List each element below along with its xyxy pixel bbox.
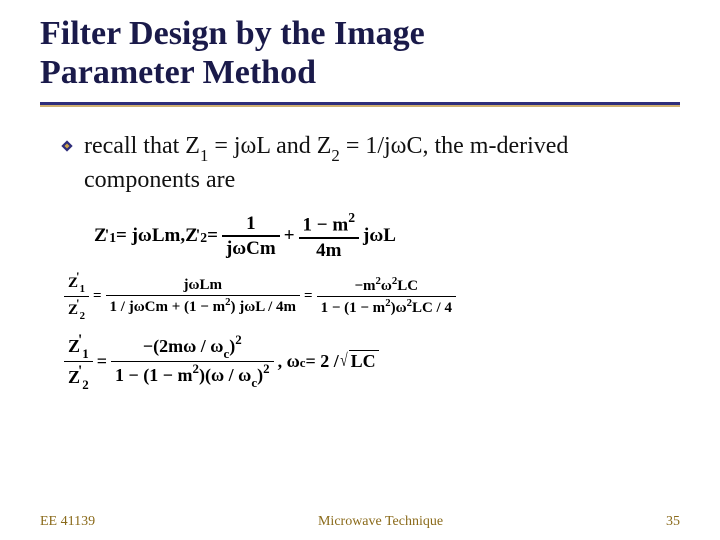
text-frag: +: [284, 225, 295, 247]
text-frag: 1 − (1 − m: [115, 365, 193, 385]
numerator: 1 − m2: [299, 210, 360, 237]
subscript: 1: [80, 283, 85, 295]
numerator: 1: [242, 212, 260, 236]
text-frag: =: [97, 351, 107, 372]
superscript: 2: [263, 361, 269, 376]
text-frag: LC / 4: [412, 300, 452, 316]
fraction: −m2ω2LC 1 − (1 − m2)ω2LC / 4: [317, 275, 456, 318]
denominator: 4m: [312, 239, 345, 263]
numerator: Z'1: [64, 331, 93, 361]
denominator: 1 − (1 − m2)ω2LC / 4: [317, 297, 456, 318]
slide-title: Filter Design by the Image Parameter Met…: [0, 0, 720, 98]
superscript: 2: [348, 210, 355, 225]
equation-1: Z'1 = jωLm, Z'2 = 1 jωCm + 1 − m2 4m jωL: [94, 210, 676, 262]
superscript: 2: [392, 275, 397, 287]
footer-page-number: 35: [666, 514, 680, 530]
text-frag: 1 − (1 − m: [321, 300, 386, 316]
subscript: 2: [200, 230, 207, 246]
subscript: c: [251, 375, 257, 390]
superscript: 2: [407, 297, 412, 309]
numerator: Z'1: [64, 270, 89, 295]
superscript: 2: [193, 361, 199, 376]
subscript: 2: [331, 146, 339, 165]
fraction: Z'1 Z'2: [64, 270, 89, 322]
text-frag: =: [93, 288, 102, 305]
denominator: Z'2: [64, 362, 93, 392]
numerator: −m2ω2LC: [350, 275, 422, 296]
text-frag: =: [207, 225, 218, 247]
surd-symbol: √: [340, 350, 347, 372]
title-line1: Filter Design by the Image: [40, 15, 425, 52]
text-frag: =: [304, 288, 313, 305]
subscript: 1: [200, 146, 208, 165]
bullet-text: recall that Z1 = jωL and Z2 = 1/jωC, the…: [84, 131, 676, 196]
denominator: Z'2: [64, 297, 89, 322]
text-frag: = 2 /: [305, 351, 338, 372]
square-root: √LC: [339, 350, 379, 372]
fraction: 1 − m2 4m: [299, 210, 360, 262]
denominator: jωCm: [222, 237, 280, 261]
fraction: Z'1 Z'2: [64, 331, 93, 392]
numerator: jωLm: [180, 276, 226, 295]
subscript: c: [300, 355, 306, 371]
subscript: 1: [109, 230, 116, 246]
radicand: LC: [349, 350, 379, 372]
text-frag: jωL: [363, 225, 396, 247]
text-frag: LC: [397, 278, 418, 294]
title-line2: Parameter Method: [40, 54, 316, 91]
text-frag: −(2mω / ω: [143, 336, 224, 356]
subscript: 2: [82, 377, 88, 392]
subscript: 1: [82, 346, 88, 361]
slide-content: recall that Z1 = jωL and Z2 = 1/jωC, the…: [0, 105, 720, 392]
text-frag: 1 / jωCm + (1 − m: [110, 299, 226, 315]
equation-3: Z'1 Z'2 = −(2mω / ωc)2 1 − (1 − m2)(ω / …: [60, 331, 676, 392]
superscript: 2: [235, 332, 241, 347]
superscript: 2: [225, 296, 230, 308]
superscript: 2: [385, 297, 390, 309]
text-frag: = jωL and Z: [208, 133, 331, 159]
denominator: 1 / jωCm + (1 − m2) jωL / 4m: [106, 296, 301, 317]
slide-footer: EE 41139 Microwave Technique 35: [0, 514, 720, 530]
bullet-item: recall that Z1 = jωL and Z2 = 1/jωC, the…: [60, 131, 676, 196]
text-frag: )ω: [391, 300, 407, 316]
text-frag: recall that Z: [84, 133, 200, 159]
text-frag: ) jωL / 4m: [230, 299, 296, 315]
text-frag: , ω: [278, 351, 300, 372]
text-frag: )(ω / ω: [199, 365, 251, 385]
equations: Z'1 = jωLm, Z'2 = 1 jωCm + 1 − m2 4m jωL…: [60, 210, 676, 392]
text-frag: ω: [381, 278, 392, 294]
superscript: 2: [376, 275, 381, 287]
denominator: 1 − (1 − m2)(ω / ωc)2: [111, 362, 274, 390]
diamond-bullet-icon: [60, 139, 74, 153]
fraction: −(2mω / ωc)2 1 − (1 − m2)(ω / ωc)2: [111, 333, 274, 390]
text-frag: = jωLm,: [116, 225, 185, 247]
text-frag: −m: [354, 278, 375, 294]
fraction: 1 jωCm: [222, 212, 280, 261]
numerator: −(2mω / ωc)2: [139, 333, 246, 361]
equation-2: Z'1 Z'2 = jωLm 1 / jωCm + (1 − m2) jωL /…: [60, 270, 676, 322]
footer-left: EE 41139: [40, 514, 95, 530]
text-frag: 1 − m: [303, 214, 349, 235]
subscript: c: [223, 346, 229, 361]
footer-center: Microwave Technique: [318, 514, 443, 530]
fraction: jωLm 1 / jωCm + (1 − m2) jωL / 4m: [106, 276, 301, 317]
subscript: 2: [80, 310, 85, 322]
